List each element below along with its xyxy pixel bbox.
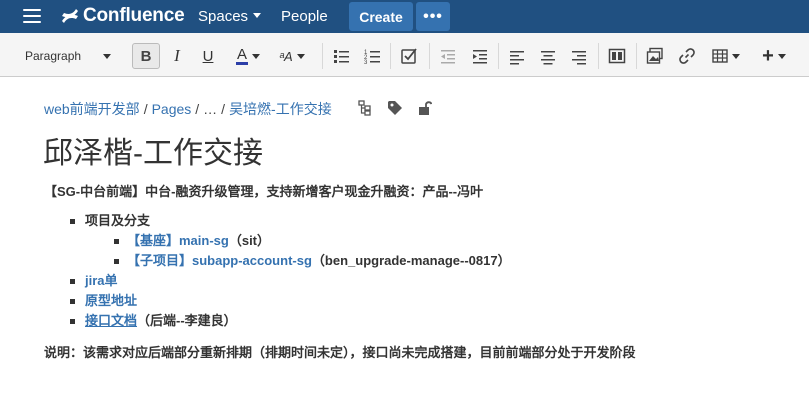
confluence-logo-icon <box>62 9 78 23</box>
breadcrumb: web前端开发部 / Pages /… / 吴培燃-工作交接 <box>44 99 332 119</box>
bullet-list-icon[interactable] <box>331 46 351 66</box>
bullet-marker <box>114 259 119 264</box>
base-branch-link[interactable]: 【基座】main-sg <box>127 233 229 248</box>
outdent-icon[interactable] <box>438 46 458 66</box>
toolbar-divider <box>429 43 430 69</box>
bullet-marker <box>70 279 75 284</box>
text-format-button[interactable]: ᵃA <box>275 43 309 69</box>
italic-button[interactable]: I <box>166 43 188 69</box>
people-link[interactable]: People <box>281 8 328 25</box>
insert-more-button[interactable]: + <box>757 43 791 69</box>
page-tree-icon[interactable] <box>358 100 372 116</box>
toolbar-divider <box>598 43 599 69</box>
note-paragraph: 说明：该需求对应后端部分重新排期（排期时间未定），接口尚未完成搭建，目前前端部分… <box>44 345 636 360</box>
unlocked-restrictions-icon[interactable] <box>418 100 432 116</box>
jira-link[interactable]: jira单 <box>85 271 118 291</box>
toolbar-divider <box>498 43 499 69</box>
numbered-list-icon[interactable]: 1 2 3 <box>362 46 382 66</box>
breadcrumb-ellipsis[interactable]: … <box>203 101 217 117</box>
breadcrumb-parent-page[interactable]: 吴培燃-工作交接 <box>229 101 332 117</box>
subapp-branch-suffix: （ben_upgrade-manage--0817） <box>311 253 511 268</box>
spaces-menu[interactable]: Spaces <box>198 8 262 25</box>
spaces-label: Spaces <box>198 8 249 25</box>
breadcrumb-pages[interactable]: Pages <box>152 101 192 117</box>
chevron-down-icon <box>296 53 305 59</box>
align-center-icon[interactable] <box>538 46 558 66</box>
breadcrumb-separator: / <box>143 101 148 117</box>
api-docs-link[interactable]: 接口文档 <box>85 313 137 328</box>
paragraph-style-dropdown[interactable]: Paragraph <box>14 43 118 69</box>
menu-icon[interactable] <box>23 9 41 23</box>
bold-button[interactable]: B <box>132 43 160 69</box>
create-button[interactable]: Create <box>349 2 413 31</box>
list-item-text: 【子项目】subapp-account-sg（ben_upgrade-manag… <box>127 251 511 271</box>
align-left-icon[interactable] <box>507 46 527 66</box>
top-nav-bar: Confluence Spaces People Create ••• <box>0 0 809 33</box>
summary-paragraph: 【SG-中台前端】中台-融资升级管理，支持新增客户现金升融资：产品--冯叶 <box>44 184 484 199</box>
toolbar-divider <box>322 43 323 69</box>
table-icon <box>712 49 728 63</box>
list-item-text: 【基座】main-sg（sit） <box>127 231 270 251</box>
bullet-marker <box>70 219 75 224</box>
more-options-button[interactable]: ••• <box>416 2 450 31</box>
bullet-marker <box>70 299 75 304</box>
text-color-button[interactable]: A <box>230 43 266 69</box>
svg-text:3: 3 <box>364 60 368 66</box>
chevron-down-icon <box>732 53 740 59</box>
subapp-branch-link[interactable]: 【子项目】subapp-account-sg <box>127 253 312 268</box>
logo-text: Confluence <box>83 5 185 26</box>
editor-toolbar: Paragraph B I U A ᵃA 1 2 3 + <box>0 33 809 77</box>
breadcrumb-separator: / <box>195 101 200 117</box>
toolbar-divider <box>636 43 637 69</box>
insert-image-icon[interactable] <box>645 46 665 66</box>
toolbar-divider <box>390 43 391 69</box>
bullet-marker <box>70 319 75 324</box>
label-tag-icon[interactable] <box>387 100 403 116</box>
plus-icon: + <box>762 45 774 67</box>
indent-icon[interactable] <box>470 46 490 66</box>
bullet-marker <box>114 239 119 244</box>
underline-button[interactable]: U <box>197 43 219 69</box>
confluence-logo[interactable]: Confluence <box>60 4 185 28</box>
task-checkbox-icon[interactable] <box>399 46 419 66</box>
insert-table-button[interactable] <box>710 43 742 69</box>
paragraph-style-label: Paragraph <box>25 49 82 63</box>
chevron-down-icon <box>777 53 786 59</box>
base-branch-suffix: （sit） <box>228 233 271 248</box>
list-item-text: 接口文档（后端--李建良） <box>85 311 237 331</box>
prototype-link[interactable]: 原型地址 <box>85 291 137 311</box>
breadcrumb-space[interactable]: web前端开发部 <box>44 101 140 117</box>
page-layout-icon[interactable] <box>607 46 627 66</box>
link-icon[interactable] <box>677 46 697 66</box>
page-title[interactable]: 邱泽楷-工作交接 <box>43 128 263 172</box>
text-color-label: A <box>235 46 248 65</box>
api-docs-suffix: （后端--李建良） <box>137 313 237 328</box>
chevron-down-icon <box>252 53 260 59</box>
text-format-label: ᵃA <box>279 48 293 64</box>
breadcrumb-separator: / <box>221 101 226 117</box>
align-right-icon[interactable] <box>569 46 589 66</box>
list-item-text: 项目及分支 <box>85 213 151 228</box>
chevron-down-icon <box>253 12 262 18</box>
chevron-down-icon <box>103 54 111 59</box>
